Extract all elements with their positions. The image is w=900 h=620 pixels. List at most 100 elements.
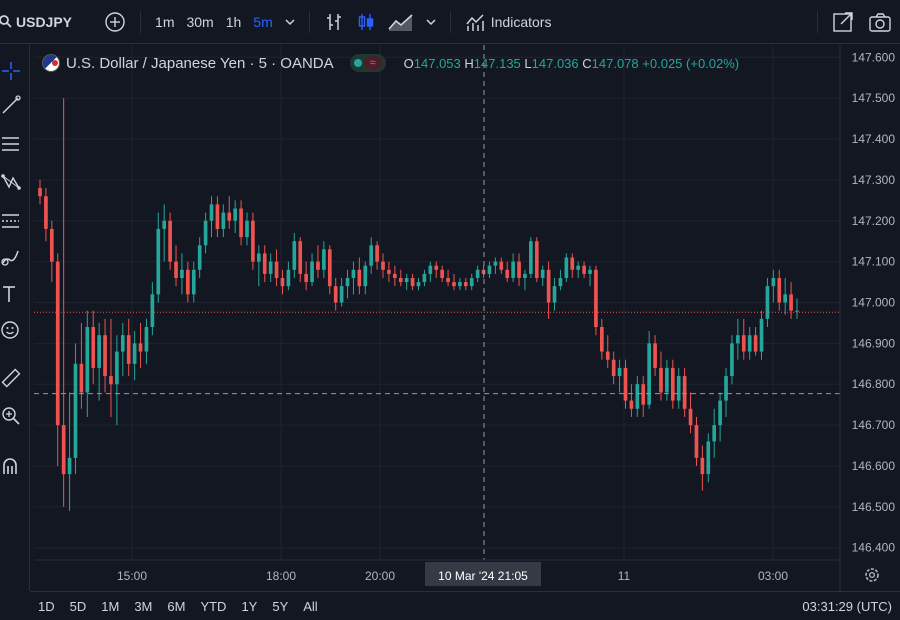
candle-body	[546, 269, 551, 303]
candle	[564, 253, 569, 283]
candle-body	[747, 335, 752, 352]
price-chart[interactable]: 146.976146.77710 Mar '24 21:05 147.60014…	[0, 0, 900, 591]
price-tick-label: 146.800	[852, 377, 896, 391]
candle-body	[203, 220, 208, 246]
candle-body	[741, 335, 746, 352]
candle-body	[61, 425, 66, 475]
range-1y[interactable]: 1Y	[233, 599, 264, 614]
candle-body	[292, 241, 297, 270]
candle	[540, 265, 545, 287]
candle	[85, 310, 90, 417]
candle-body	[659, 367, 663, 393]
utc-clock[interactable]: 03:31:29 (UTC)	[802, 599, 892, 614]
candle-body	[73, 363, 78, 458]
candle	[517, 253, 521, 287]
candle-body	[174, 261, 178, 278]
candle-body	[256, 253, 261, 262]
candle-body	[120, 335, 125, 352]
candle	[700, 445, 705, 491]
candle-body	[209, 204, 214, 221]
candle	[262, 245, 267, 283]
time-tick-label: 15:00	[117, 569, 147, 583]
candle	[765, 277, 770, 328]
candle	[741, 318, 746, 360]
candle-body	[268, 261, 273, 274]
range-5d[interactable]: 5D	[62, 599, 94, 614]
legend-title[interactable]: U.S. Dollar / Japanese Yen · 5 · OANDA	[66, 55, 334, 72]
candle-body	[588, 269, 592, 274]
candle	[694, 416, 699, 466]
candle	[688, 392, 693, 434]
candle-body	[138, 343, 143, 352]
candle-body	[398, 277, 403, 283]
price-tick-label: 146.500	[852, 500, 896, 514]
candle	[588, 265, 592, 287]
candle-body	[665, 367, 669, 393]
candle	[191, 261, 196, 303]
candle	[570, 253, 575, 278]
candle-body	[38, 188, 42, 197]
candle	[256, 245, 261, 287]
market-open-icon	[353, 59, 362, 67]
candle	[144, 318, 149, 364]
candle	[97, 322, 101, 401]
candle-body	[529, 241, 533, 274]
candle-body	[540, 269, 545, 278]
candle-body	[446, 277, 450, 283]
candle-body	[463, 282, 468, 287]
candle-body	[85, 327, 90, 393]
candle-body	[126, 335, 131, 364]
candle	[316, 245, 320, 278]
candle-body	[552, 286, 557, 303]
candle	[617, 359, 622, 393]
range-1d[interactable]: 1D	[30, 599, 62, 614]
price-tick-label: 147.100	[852, 255, 896, 269]
range-all[interactable]: All	[295, 599, 324, 614]
candle	[162, 204, 167, 262]
range-5y[interactable]: 5Y	[264, 599, 295, 614]
candle-body	[730, 343, 734, 377]
candle	[446, 269, 450, 287]
candle-body	[191, 269, 196, 295]
candle-body	[452, 282, 456, 287]
range-ytd[interactable]: YTD	[192, 599, 233, 614]
candle	[629, 384, 634, 417]
candle-body	[582, 265, 586, 274]
candle-body	[197, 245, 202, 270]
candle	[274, 249, 279, 287]
range-3m[interactable]: 3M	[126, 599, 159, 614]
candle	[682, 367, 687, 417]
candle-body	[422, 273, 427, 283]
candle-body	[404, 277, 409, 283]
candle-body	[753, 335, 758, 352]
candle-body	[416, 282, 421, 287]
candle	[174, 245, 178, 287]
candle	[576, 261, 581, 278]
candle	[777, 269, 782, 311]
candle-body	[647, 343, 651, 405]
range-1m[interactable]: 1M	[93, 599, 126, 614]
candle-body	[322, 249, 326, 270]
candle	[115, 335, 119, 426]
candle	[600, 318, 604, 360]
candle-body	[428, 265, 433, 274]
price-tick-label: 147.000	[852, 296, 896, 310]
candle	[552, 277, 557, 311]
candle	[126, 318, 131, 377]
candle	[505, 261, 510, 283]
time-tick-label: 11	[618, 569, 631, 583]
candle	[653, 335, 657, 377]
time-tick-label: 03:00	[758, 569, 788, 583]
candle	[186, 261, 190, 303]
candle	[239, 200, 243, 246]
candle-body	[286, 269, 291, 287]
candle	[387, 261, 391, 283]
market-status[interactable]: ≈	[349, 54, 386, 72]
candle	[783, 277, 788, 315]
candle-body	[103, 335, 107, 377]
candle	[771, 269, 776, 303]
candle-body	[682, 376, 687, 409]
candle-body	[475, 269, 480, 278]
range-6m[interactable]: 6M	[159, 599, 192, 614]
candle-body	[357, 269, 362, 287]
